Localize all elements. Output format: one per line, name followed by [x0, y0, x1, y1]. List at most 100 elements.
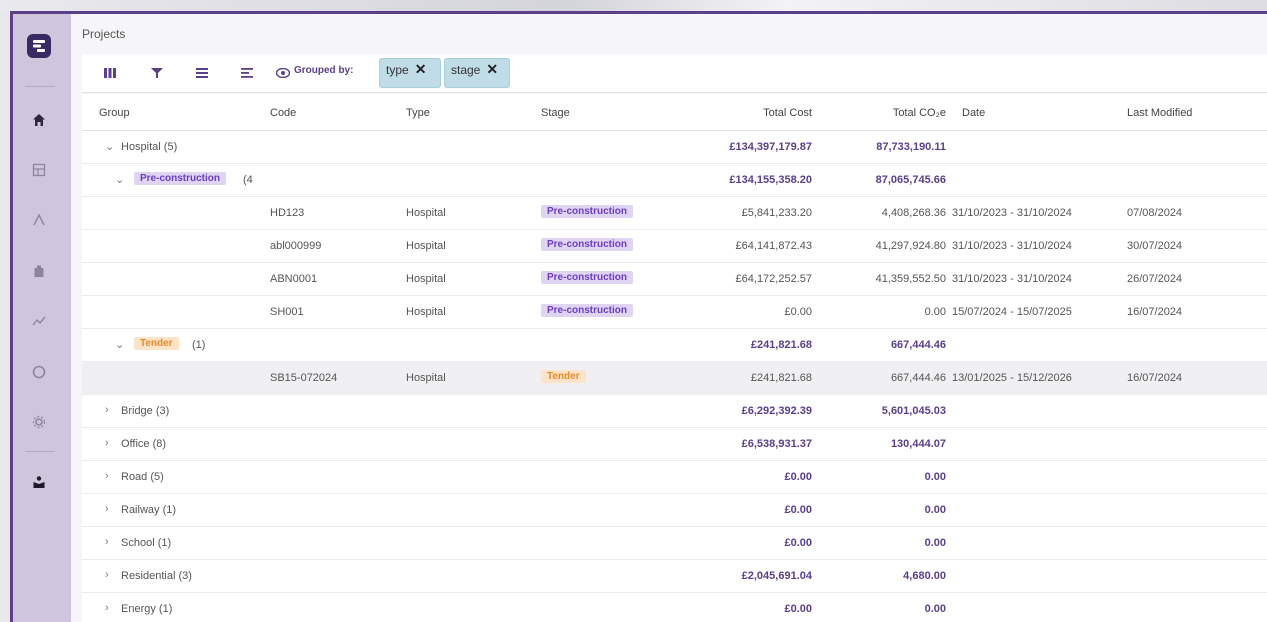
close-icon[interactable]: ✕ — [415, 62, 427, 76]
analytics-icon[interactable] — [29, 210, 49, 230]
column-header-date[interactable]: Date — [962, 107, 985, 119]
group-label: Residential (3) — [121, 570, 192, 582]
sort-icon[interactable] — [239, 65, 255, 81]
cell-last-modified: 16/07/2024 — [1127, 306, 1183, 318]
cell-total-cost: £241,821.68 — [750, 372, 812, 384]
building-icon[interactable] — [29, 261, 49, 281]
close-icon[interactable]: ✕ — [486, 62, 498, 76]
column-header-group[interactable]: Group — [99, 107, 130, 119]
group-label: Office (8) — [121, 438, 167, 450]
group-total-cost: £134,397,179.87 — [729, 141, 812, 153]
sidebar — [13, 14, 71, 622]
group-row[interactable]: › Energy (1) £0.00 0.00 — [82, 593, 1267, 622]
subgroup-count: (4 — [243, 174, 253, 186]
visibility-icon[interactable] — [275, 65, 291, 81]
column-header-total-cost[interactable]: Total Cost — [702, 107, 812, 119]
group-total-co2: 0.00 — [924, 603, 946, 615]
group-total-co2: 5,601,045.03 — [881, 405, 946, 417]
group-total-cost: £6,292,392.39 — [741, 405, 812, 417]
group-total-cost: £0.00 — [784, 504, 812, 516]
group-row[interactable]: › Railway (1) £0.00 0.00 — [82, 494, 1267, 527]
group-total-co2: 4,680.00 — [903, 570, 946, 582]
group-total-co2: 0.00 — [924, 504, 946, 516]
chevron-right-icon[interactable]: › — [105, 536, 109, 548]
sidebar-divider — [25, 451, 55, 452]
cell-type: Hospital — [406, 240, 446, 252]
cell-date: 31/10/2023 - 31/10/2024 — [952, 240, 1072, 252]
cell-code: HD123 — [270, 207, 305, 219]
trend-icon[interactable] — [29, 311, 49, 331]
density-icon[interactable] — [194, 65, 210, 81]
cell-total-cost: £0.00 — [784, 306, 812, 318]
chevron-right-icon[interactable]: › — [105, 470, 109, 482]
page-title: Projects — [82, 27, 126, 41]
gear-icon[interactable] — [29, 412, 49, 432]
cell-stage: Pre-construction — [541, 238, 634, 251]
column-header-stage[interactable]: Stage — [541, 107, 570, 119]
cell-total-co2: 4,408,268.36 — [881, 207, 946, 219]
user-team-icon[interactable] — [29, 472, 49, 492]
columns-icon[interactable] — [102, 65, 118, 81]
group-row[interactable]: › Residential (3) £2,045,691.04 4,680.00 — [82, 560, 1267, 593]
cell-last-modified: 16/07/2024 — [1127, 372, 1183, 384]
group-total-co2: 0.00 — [924, 471, 946, 483]
group-total-cost: £0.00 — [784, 471, 812, 483]
table-row[interactable]: ABN0001 Hospital Pre-construction £64,17… — [82, 263, 1267, 296]
subgroup-total-co2: 667,444.46 — [890, 339, 946, 351]
home-icon[interactable] — [29, 110, 49, 130]
group-row[interactable]: › Bridge (3) £6,292,392.39 5,601,045.03 — [82, 395, 1267, 428]
subgroup-total-cost: £241,821.68 — [750, 339, 812, 351]
cell-stage: Tender — [541, 370, 586, 383]
group-label: School (1) — [121, 537, 172, 549]
cell-total-co2: 667,444.46 — [890, 372, 946, 384]
app-logo-icon[interactable] — [27, 34, 51, 58]
column-header-total-co2[interactable]: Total CO₂e — [842, 107, 946, 119]
group-row-hospital[interactable]: ⌄ Hospital (5) £134,397,179.87 87,733,19… — [82, 131, 1267, 164]
filter-icon[interactable] — [149, 65, 165, 81]
group-row[interactable]: › Office (8) £6,538,931.37 130,444.07 — [82, 428, 1267, 461]
group-row[interactable]: › School (1) £0.00 0.00 — [82, 527, 1267, 560]
cell-last-modified: 26/07/2024 — [1127, 273, 1183, 285]
cell-type: Hospital — [406, 306, 446, 318]
grouped-by-label: Grouped by: — [294, 65, 354, 76]
group-chip-stage[interactable]: stage ✕ — [444, 58, 510, 88]
chevron-down-icon[interactable]: ⌄ — [115, 173, 124, 186]
chevron-right-icon[interactable]: › — [105, 569, 109, 581]
column-header-last-modified[interactable]: Last Modified — [1127, 107, 1192, 119]
cell-code: abl000999 — [270, 240, 322, 252]
dashboard-icon[interactable] — [29, 160, 49, 180]
subgroup-row-preconstruction[interactable]: ⌄ Pre-construction (4 £134,155,358.20 87… — [82, 164, 1267, 197]
column-header-type[interactable]: Type — [406, 107, 430, 119]
table-row[interactable]: SB15-072024 Hospital Tender £241,821.68 … — [82, 362, 1267, 395]
subgroup-badge: Tender — [134, 337, 179, 350]
group-total-co2: 130,444.07 — [890, 438, 946, 450]
chevron-down-icon[interactable]: ⌄ — [115, 338, 124, 351]
globe-icon[interactable] — [29, 362, 49, 382]
chip-label: type — [386, 63, 409, 77]
group-label: Hospital (5) — [121, 141, 178, 153]
chip-label: stage — [451, 63, 481, 77]
column-header-code[interactable]: Code — [270, 107, 296, 119]
table-row[interactable]: abl000999 Hospital Pre-construction £64,… — [82, 230, 1267, 263]
cell-stage: Pre-construction — [541, 271, 634, 284]
chevron-right-icon[interactable]: › — [105, 437, 109, 449]
cell-stage: Pre-construction — [541, 205, 634, 218]
group-row[interactable]: › Road (5) £0.00 0.00 — [82, 461, 1267, 494]
subgroup-total-cost: £134,155,358.20 — [729, 174, 812, 186]
table-row[interactable]: HD123 Hospital Pre-construction £5,841,2… — [82, 197, 1267, 230]
cell-stage: Pre-construction — [541, 304, 634, 317]
group-label: Energy (1) — [121, 603, 173, 615]
chevron-right-icon[interactable]: › — [105, 602, 109, 614]
group-total-cost: £0.00 — [784, 603, 812, 615]
group-total-co2: 87,733,190.11 — [876, 141, 946, 153]
cell-date: 13/01/2025 - 15/12/2026 — [952, 372, 1072, 384]
chevron-right-icon[interactable]: › — [105, 404, 109, 416]
table-row[interactable]: SH001 Hospital Pre-construction £0.00 0.… — [82, 296, 1267, 329]
chevron-right-icon[interactable]: › — [105, 503, 109, 515]
group-chip-type[interactable]: type ✕ — [379, 58, 441, 88]
subgroup-row-tender[interactable]: ⌄ Tender (1) £241,821.68 667,444.46 — [82, 329, 1267, 362]
cell-date: 31/10/2023 - 31/10/2024 — [952, 273, 1072, 285]
group-total-co2: 0.00 — [924, 537, 946, 549]
chevron-down-icon[interactable]: ⌄ — [105, 140, 114, 153]
subgroup-count: (1) — [192, 339, 206, 351]
